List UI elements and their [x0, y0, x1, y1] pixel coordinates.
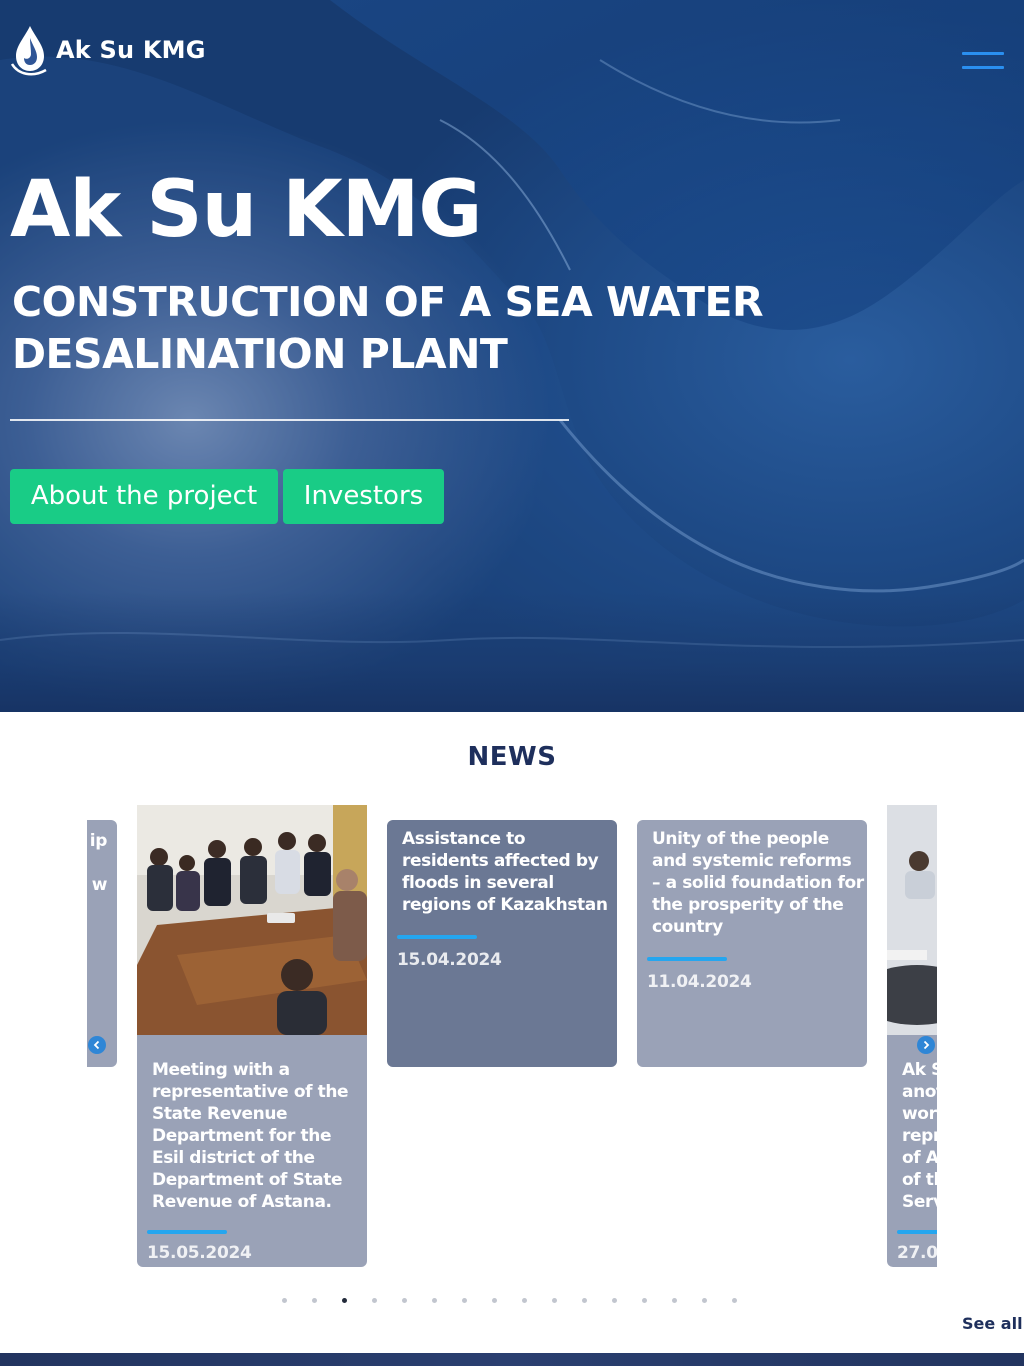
carousel-dot[interactable] — [402, 1298, 407, 1303]
investors-button[interactable]: Investors — [283, 469, 444, 524]
news-card-accent-line — [647, 957, 727, 961]
hero-divider — [10, 419, 569, 421]
news-card-date: 15.05.2024 — [147, 1243, 252, 1263]
menu-bar-top — [962, 52, 1004, 55]
hero-banner: Ak Su KMG Ak Su KMG CONSTRUCTION OF A SE… — [0, 0, 1024, 712]
carousel-pagination — [282, 1298, 737, 1306]
news-card-title: Unity of the people and systemic reforms… — [652, 829, 864, 937]
carousel-dot[interactable] — [342, 1298, 347, 1303]
news-card-meeting[interactable]: Meeting with a representative of the Sta… — [137, 805, 367, 1267]
news-card-title: ip w — [89, 831, 108, 895]
menu-bar-bottom — [962, 66, 1004, 69]
news-card-accent-line — [147, 1230, 227, 1234]
news-card-date: 27.0 — [897, 1243, 937, 1263]
chevron-right-icon[interactable] — [917, 1036, 935, 1054]
news-card-date: 11.04.2024 — [647, 972, 752, 992]
carousel-dot[interactable] — [612, 1298, 617, 1303]
hero-subtitle: CONSTRUCTION OF A SEA WATER DESALINATION… — [12, 278, 764, 378]
news-card-floods[interactable]: Assistance to residents affected by floo… — [387, 820, 617, 1067]
logo-text: Ak Su KMG — [56, 36, 206, 64]
office-meeting-photo — [887, 805, 937, 1035]
carousel-dot[interactable] — [462, 1298, 467, 1303]
footer-band — [0, 1353, 1024, 1366]
news-section-title: NEWS — [467, 742, 557, 772]
carousel-dot[interactable] — [642, 1298, 647, 1303]
news-card-title: Assistance to residents affected by floo… — [402, 829, 608, 915]
carousel-dot[interactable] — [372, 1298, 377, 1303]
site-logo[interactable]: Ak Su KMG — [10, 24, 206, 76]
hero-bottom-shade — [0, 592, 1024, 712]
news-card-title: Meeting with a representative of the Sta… — [152, 1060, 349, 1212]
see-all-link[interactable]: See all — [962, 1314, 1023, 1333]
carousel-dot[interactable] — [282, 1298, 287, 1303]
about-project-button[interactable]: About the project — [10, 469, 278, 524]
carousel-dot[interactable] — [312, 1298, 317, 1303]
news-card-accent-line — [897, 1230, 937, 1234]
carousel-dot[interactable] — [582, 1298, 587, 1303]
water-drop-logo-icon — [10, 26, 47, 76]
carousel-dot[interactable] — [492, 1298, 497, 1303]
carousel-dot[interactable] — [672, 1298, 677, 1303]
carousel-dot[interactable] — [732, 1298, 737, 1303]
news-card-date: 15.04.2024 — [397, 950, 502, 970]
news-card-title: Ak S anot wor repr of A of th Serv — [902, 1060, 937, 1212]
hero-title: Ak Su KMG — [10, 165, 482, 255]
news-card-accent-line — [397, 935, 477, 939]
carousel-dot[interactable] — [522, 1298, 527, 1303]
chevron-left-icon[interactable] — [88, 1036, 106, 1054]
news-card-partial-left[interactable]: ip w — [87, 820, 117, 1067]
carousel-dot[interactable] — [702, 1298, 707, 1303]
news-card-unity[interactable]: Unity of the people and systemic reforms… — [637, 820, 867, 1067]
meeting-photo — [137, 805, 367, 1035]
carousel-dot[interactable] — [552, 1298, 557, 1303]
carousel-dot[interactable] — [432, 1298, 437, 1303]
news-carousel: ip w Meeting with a representative of th… — [87, 805, 937, 1270]
hamburger-menu-icon[interactable] — [962, 52, 1004, 72]
